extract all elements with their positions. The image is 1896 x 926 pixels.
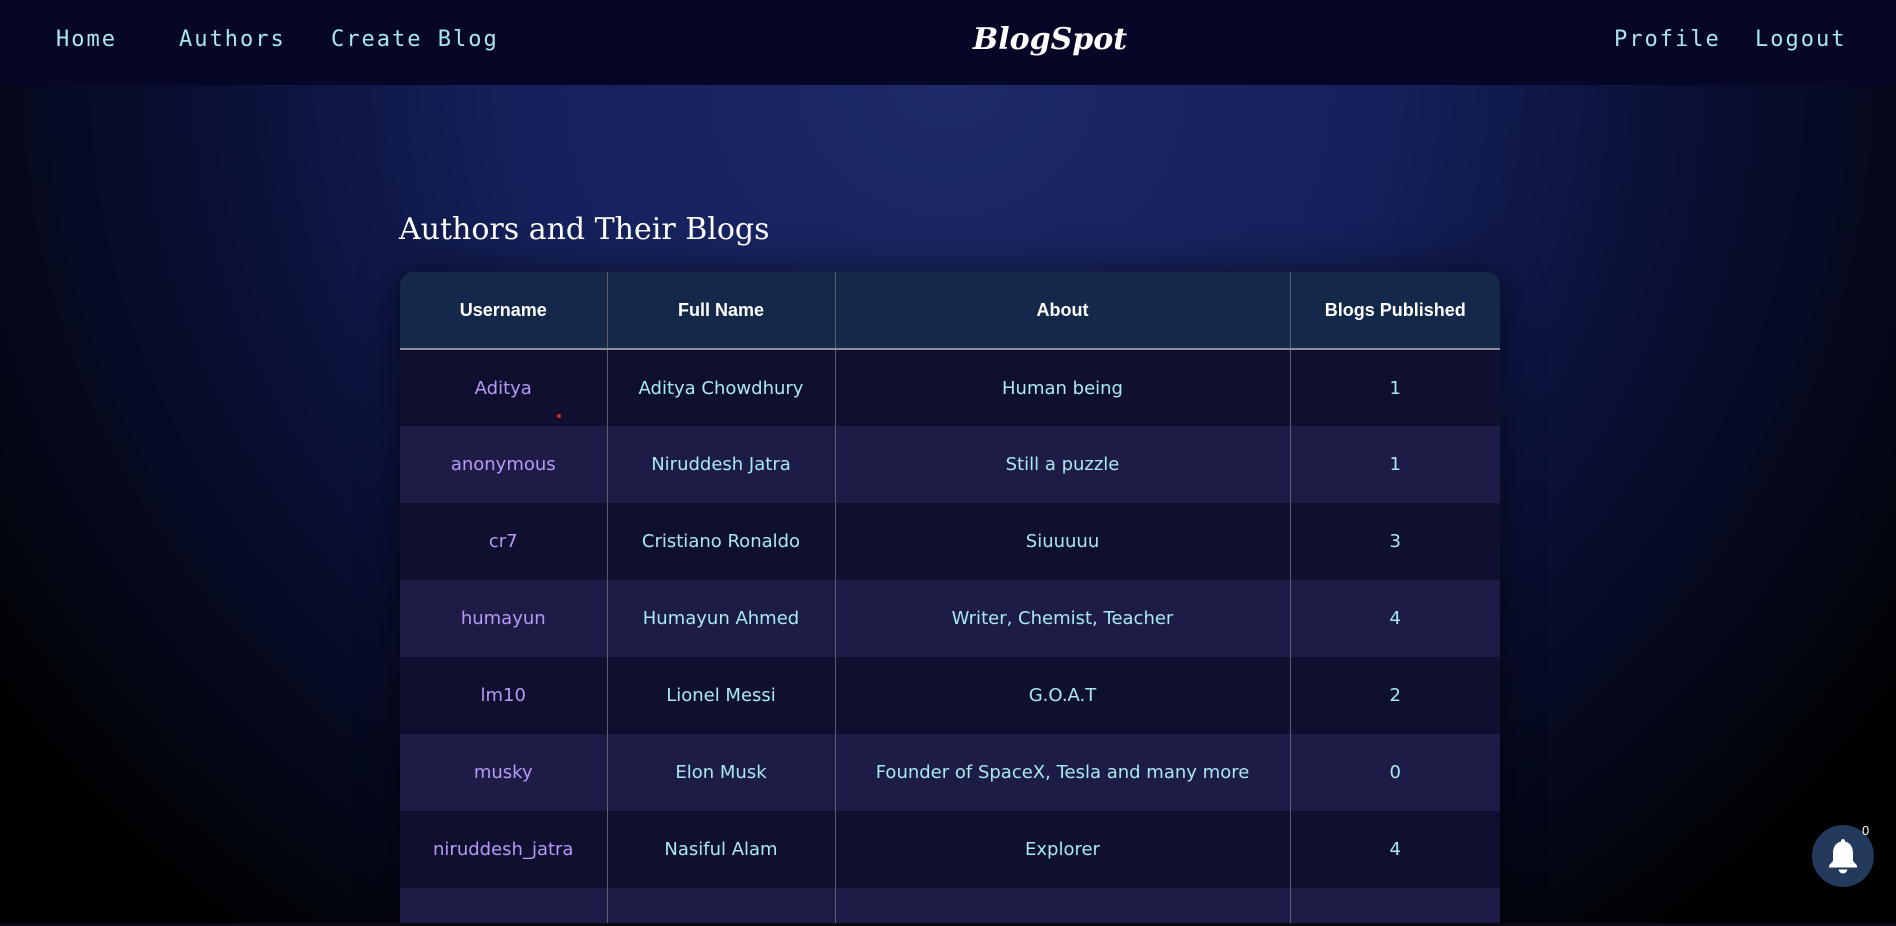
header-blogs-published: Blogs Published — [1290, 272, 1500, 350]
username-link[interactable]: cr7 — [400, 503, 608, 580]
table-row: musky Elon Musk Founder of SpaceX, Tesla… — [400, 734, 1500, 811]
table-row: niruddesh_jatra Nasiful Alam Explorer 4 — [400, 811, 1500, 888]
header-about: About — [835, 272, 1291, 350]
about-cell: Founder of SpaceX, Tesla and many more — [835, 734, 1291, 811]
brand-logo[interactable]: BlogSpot — [960, 18, 1140, 62]
full-name-cell: Nasiful Alam — [607, 811, 836, 888]
nav-home-link[interactable]: Home — [56, 25, 117, 55]
page-title: Authors and Their Blogs — [399, 212, 770, 247]
about-cell: G.O.A.T — [835, 657, 1291, 734]
authors-table: Username Full Name About Blogs Published… — [400, 272, 1500, 926]
table-row: humayun Humayun Ahmed Writer, Chemist, T… — [400, 580, 1500, 657]
table-row: cr7 Cristiano Ronaldo Siuuuuu 3 — [400, 503, 1500, 580]
about-cell: Explorer — [835, 811, 1291, 888]
username-link[interactable]: niruddesh_jatra — [400, 811, 608, 888]
blogs-count-cell: 1 — [1389, 454, 1401, 475]
table-row-partial — [400, 888, 1500, 926]
about-cell: Human being — [835, 349, 1291, 426]
full-name-cell: Aditya Chowdhury — [607, 349, 836, 426]
full-name-cell: Lionel Messi — [607, 657, 836, 734]
table-row: anonymous Niruddesh Jatra Still a puzzle… — [400, 426, 1500, 503]
username-link[interactable]: anonymous — [400, 426, 608, 503]
nav-logout-link[interactable]: Logout — [1755, 25, 1846, 55]
blogs-count-cell: 4 — [1389, 839, 1401, 860]
table-row: Aditya Aditya Chowdhury Human being 1 — [400, 349, 1500, 426]
username-link[interactable]: musky — [400, 734, 608, 811]
blogs-count-cell — [1290, 888, 1500, 926]
blogs-count-cell: 2 — [1389, 685, 1401, 706]
nav-profile-link[interactable]: Profile — [1614, 25, 1721, 55]
header-username: Username — [400, 272, 608, 350]
blogs-count-cell: 1 — [1389, 377, 1401, 399]
authors-table-container: Username Full Name About Blogs Published… — [400, 272, 1500, 926]
username-link[interactable]: Aditya — [400, 349, 608, 426]
bell-icon — [1829, 839, 1857, 874]
about-cell: Writer, Chemist, Teacher — [835, 580, 1291, 657]
blogs-count-cell: 0 — [1389, 762, 1401, 783]
nav-create-blog-link[interactable]: Create Blog — [331, 25, 499, 55]
table-row: lm10 Lionel Messi G.O.A.T 2 — [400, 657, 1500, 734]
about-cell — [835, 888, 1291, 926]
username-link[interactable]: humayun — [400, 580, 608, 657]
notification-count-badge: 0 — [1862, 823, 1870, 838]
full-name-cell — [607, 888, 836, 926]
top-navbar: Home Authors Create Blog BlogSpot Profil… — [0, 0, 1896, 85]
about-cell: Still a puzzle — [835, 426, 1291, 503]
full-name-cell: Cristiano Ronaldo — [607, 503, 836, 580]
about-cell: Siuuuuu — [835, 503, 1291, 580]
table-header-row: Username Full Name About Blogs Published — [400, 272, 1500, 350]
cursor-marker — [557, 414, 561, 418]
full-name-cell: Elon Musk — [607, 734, 836, 811]
full-name-cell: Niruddesh Jatra — [607, 426, 836, 503]
username-link[interactable]: lm10 — [400, 657, 608, 734]
username-link[interactable] — [400, 888, 608, 926]
full-name-cell: Humayun Ahmed — [607, 580, 836, 657]
nav-authors-link[interactable]: Authors — [179, 25, 286, 55]
blogs-count-cell: 4 — [1389, 608, 1401, 629]
header-full-name: Full Name — [607, 272, 836, 350]
blogs-count-cell: 3 — [1389, 531, 1401, 552]
